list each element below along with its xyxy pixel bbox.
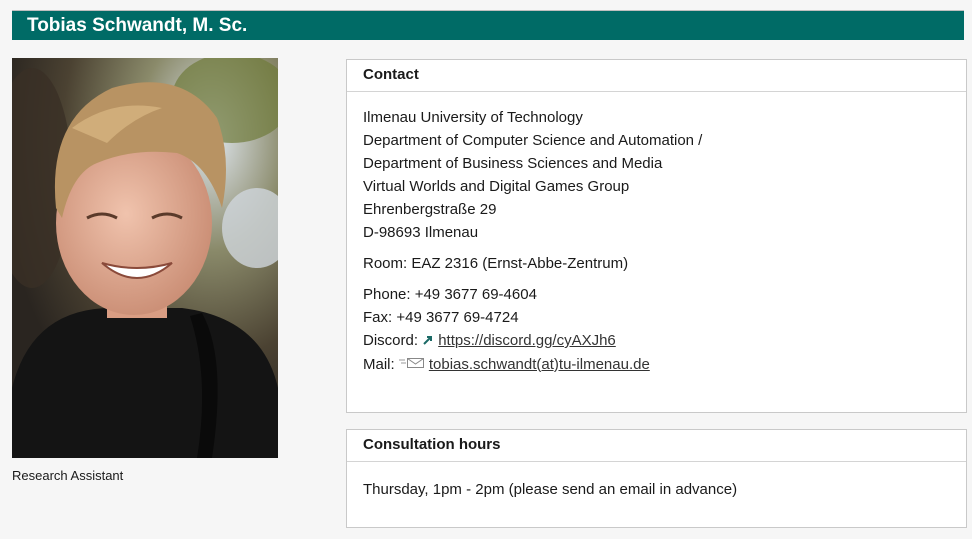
role-caption: Research Assistant: [12, 468, 124, 483]
contact-heading: Contact: [347, 60, 966, 92]
contact-body: Ilmenau University of Technology Departm…: [347, 92, 966, 376]
room-block: Room: EAZ 2316 (Ernst-Abbe-Zentrum): [363, 252, 950, 275]
address-line: Virtual Worlds and Digital Games Group: [363, 178, 630, 195]
mail-link[interactable]: tobias.schwandt(at)tu-ilmenau.de: [429, 356, 650, 373]
fax-text: Fax: +49 3677 69-4724: [363, 309, 519, 326]
address-line: Ehrenbergstraße 29: [363, 201, 497, 218]
discord-link[interactable]: https://discord.gg/cyAXJh6: [438, 332, 616, 349]
page-title: Tobias Schwandt, M. Sc.: [27, 15, 248, 36]
consultation-body: Thursday, 1pm - 2pm (please send an emai…: [347, 462, 966, 501]
address-line: Department of Computer Science and Autom…: [363, 132, 703, 149]
discord-row: Discord: https://discord.gg/cyAXJh6: [363, 329, 950, 353]
external-link-icon: [422, 330, 434, 353]
portrait-photo-icon: [12, 58, 278, 458]
address-line: D-98693 Ilmenau: [363, 224, 479, 241]
consultation-text: Thursday, 1pm - 2pm (please send an emai…: [363, 481, 738, 498]
address-line: Ilmenau University of Technology: [363, 109, 583, 126]
phone-text: Phone: +49 3677 69-4604: [363, 286, 537, 303]
contact-details: Phone: +49 3677 69-4604 Fax: +49 3677 69…: [363, 283, 950, 376]
mail-label: Mail:: [363, 355, 395, 373]
room-text: Room: EAZ 2316 (Ernst-Abbe-Zentrum): [363, 255, 629, 272]
profile-photo: [12, 58, 278, 458]
consultation-heading: Consultation hours: [347, 430, 966, 462]
address-line: Department of Business Sciences and Medi…: [363, 155, 663, 172]
consultation-box: Consultation hours Thursday, 1pm - 2pm (…: [346, 429, 967, 528]
discord-label: Discord:: [363, 332, 419, 349]
mail-row: Mail: tobias.schwandt(at)tu-ilmenau.de: [363, 353, 950, 377]
contact-box: Contact Ilmenau University of Technology…: [346, 59, 967, 413]
title-bar: Tobias Schwandt, M. Sc.: [12, 10, 964, 40]
address-block: Ilmenau University of Technology Departm…: [363, 106, 950, 244]
envelope-icon: [398, 353, 425, 376]
